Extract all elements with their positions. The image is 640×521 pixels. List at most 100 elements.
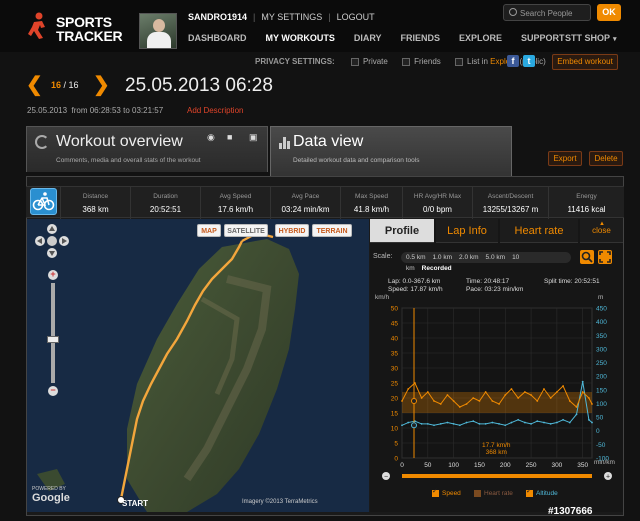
private-checkbox[interactable] [350,57,359,66]
twitter-share-button[interactable]: t [523,55,535,67]
altitude-point [536,420,539,423]
workout-time-range: 25.05.2013 from 06:28:53 to 03:21:57 [27,106,163,115]
runner-logo-icon [28,12,45,39]
embed-workout-button[interactable]: Embed workout [552,54,618,70]
lap-marker-altitude [411,422,417,429]
nav-support[interactable]: SUPPORT [521,33,565,43]
speed-checkbox[interactable] [432,487,439,497]
fullscreen-icon[interactable] [598,250,612,264]
friends-checkbox[interactable] [402,57,411,66]
altitude-point [439,423,442,425]
stat-distance: Distance 368 km [60,187,130,219]
nav-diary[interactable]: DIARY [354,33,382,43]
tab-lap-info[interactable]: Lap Info [436,219,498,243]
sports-tracker-logo[interactable]: SPORTS TRACKER [28,12,123,44]
zoom-out-icon[interactable]: − [48,386,58,396]
map-type-terrain[interactable]: TERRAIN [312,224,352,237]
explore-checkbox[interactable] [455,57,464,66]
altitude-point [581,380,584,383]
speed-point [491,400,494,402]
y-right-tick-label: 250 [596,360,607,367]
x-tick-label: 200 [500,462,511,469]
export-button[interactable]: Export [548,151,582,166]
zoom-slider-handle[interactable] [47,336,59,343]
nav-explore[interactable]: EXPLORE [459,33,502,43]
nav-my-workouts[interactable]: MY WORKOUTS [266,33,335,43]
nav-dashboard[interactable]: DASHBOARD [188,33,247,43]
scale-option-recorded[interactable]: Recorded [422,265,452,272]
map-pan-control[interactable] [32,223,72,259]
delete-button[interactable]: Delete [589,151,623,166]
zoom-slider-track[interactable] [51,283,55,383]
facebook-share-button[interactable]: f [507,55,519,67]
profile-chart[interactable]: 05101520253035404550-100-500501001502002… [370,300,623,490]
workout-counter: 16 / 16 [51,80,79,90]
search-ok-button[interactable]: OK [597,4,621,21]
add-description-link[interactable]: Add Description [187,106,243,115]
speed-point [407,388,410,390]
stat-heart-rate: HR Avg/HR Max 0/0 bpm [402,187,472,219]
tab-profile[interactable]: Profile [370,219,434,243]
map-type-satellite[interactable]: SATELLITE [224,224,268,237]
speed-point [530,394,532,396]
eye-icon[interactable]: ◉ [207,132,215,143]
speed-point [446,394,449,396]
my-settings-link[interactable]: MY SETTINGS [261,12,322,22]
speed-point [568,400,571,402]
nav-stt-shop[interactable]: STT SHOP [565,33,617,43]
altitude-point [498,423,500,425]
speed-point [588,397,590,399]
map-type-hybrid[interactable]: HYBRID [275,224,309,237]
x-tick-label: 50 [424,462,432,469]
speed-point [458,406,461,408]
x-tick-label: 350 [577,462,588,469]
y-right-tick-label: 0 [596,428,600,435]
scale-option[interactable]: 2.0 km [459,254,479,261]
scale-option[interactable]: 5.0 km [486,254,506,261]
zoom-icon[interactable] [580,250,594,264]
altitude-point [530,423,532,425]
next-workout-icon[interactable]: ❯ [93,75,110,95]
y-left-tick-label: 50 [391,306,399,313]
scale-option[interactable]: 1.0 km [433,254,453,261]
close-chart-button[interactable]: close [580,212,623,243]
data-tab-title: Data view [293,133,364,150]
legend-altitude-label: Altitude [536,490,558,498]
split-value: 20:52:51 [574,278,600,285]
camera-icon[interactable]: ▣ [249,132,258,143]
heart-rate-checkbox[interactable] [474,490,481,497]
workout-date: 25.05.2013 [27,106,68,115]
zoom-in-icon[interactable]: + [48,270,58,280]
logout-link[interactable]: LOGOUT [337,12,375,22]
speed-point [452,400,455,402]
legend-speed[interactable]: Speed [432,487,461,497]
tab-workout-overview[interactable]: Workout overview Comments, media and ove… [26,126,268,172]
altitude-checkbox[interactable] [526,487,533,497]
y-right-tick-label: 350 [596,333,607,340]
username-link[interactable]: SANDRO1914 [188,12,247,22]
legend-heart-rate[interactable]: Heart rate [474,490,513,497]
route-map[interactable]: MAP SATELLITE HYBRID TERRAIN + − [27,219,369,512]
tab-data-view[interactable]: Data view Detailed workout data and comp… [270,126,512,176]
range-minus-label: − [384,474,388,481]
altitude-point [555,421,558,424]
user-nav: SANDRO1914 | MY SETTINGS | LOGOUT [188,12,375,22]
workout-end: 03:21:57 [132,106,164,115]
avatar[interactable] [139,13,177,49]
comment-icon[interactable]: ■ [227,132,232,142]
legend-altitude[interactable]: Altitude [526,487,558,498]
prev-workout-icon[interactable]: ❮ [26,75,43,95]
workout-current: 16 [51,80,62,90]
tab-heart-rate[interactable]: Heart rate [500,219,578,243]
refresh-icon [35,135,49,149]
nav-friends[interactable]: FRIENDS [401,33,441,43]
map-type-map[interactable]: MAP [197,224,221,237]
google-logo: Google [32,492,70,504]
speed-point [426,391,429,393]
search-input[interactable] [520,7,588,19]
x-tick-label: 100 [448,462,459,469]
data-tab-subtitle: Detailed workout data and comparison too… [293,157,420,164]
scale-option[interactable]: 0.5 km [406,254,426,261]
range-plus-label: + [606,474,610,481]
scale-label: Scale: [373,253,393,260]
